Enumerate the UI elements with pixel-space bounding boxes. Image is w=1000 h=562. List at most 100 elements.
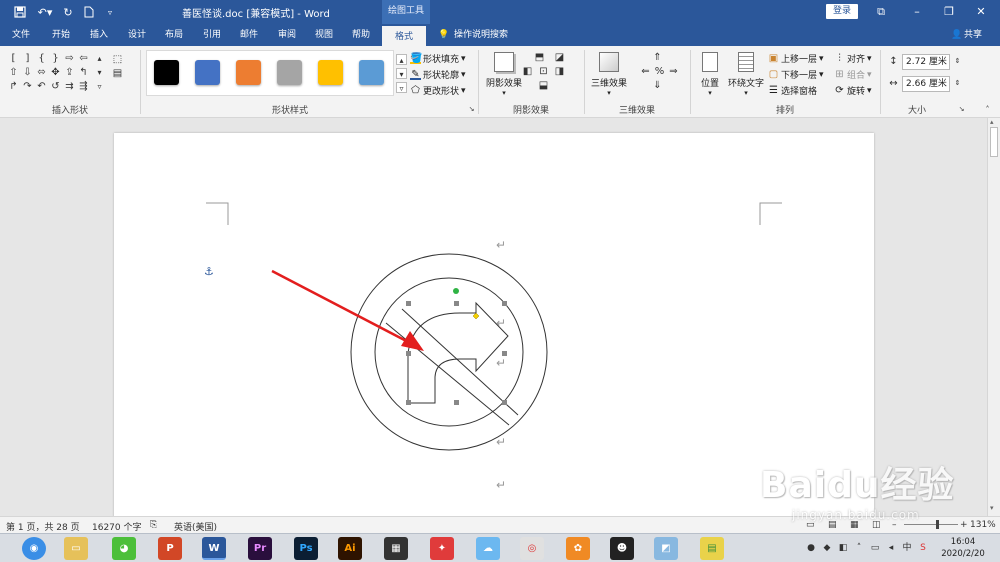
arrow-right-icon[interactable]: ⇨ <box>64 53 75 64</box>
tray-volume-icon[interactable]: ◂ <box>886 543 896 553</box>
dialog-launcher-icon[interactable]: ↘ <box>466 104 477 115</box>
size-dialog-launcher-icon[interactable]: ↘ <box>956 104 967 115</box>
share-button[interactable]: 共享 <box>964 24 990 46</box>
photoshop-icon[interactable]: Ps <box>294 537 318 560</box>
group-button[interactable]: ⊞ 组合 ▾ <box>834 68 871 81</box>
selection-pane-button[interactable]: ☰ 选择窗格 <box>768 84 817 97</box>
bracket-left-icon[interactable]: [ <box>8 53 19 64</box>
tab-file[interactable]: 文件 <box>4 24 38 46</box>
tab-review[interactable]: 审阅 <box>270 24 304 46</box>
arrow-curve-icon[interactable]: ↷ <box>22 81 33 92</box>
green-app-icon[interactable]: ▤ <box>700 537 724 560</box>
redo-icon[interactable]: ↻ <box>60 4 76 20</box>
arrow-striped-icon[interactable]: ⇶ <box>78 81 89 92</box>
style-swatch-blue[interactable] <box>195 60 220 85</box>
word-icon[interactable]: W <box>202 537 226 560</box>
arrow-bent-icon[interactable]: ⇪ <box>64 67 75 78</box>
bring-forward-button[interactable]: ▣ 上移一层 ▾ <box>768 52 824 65</box>
tab-format[interactable]: 格式 <box>382 24 426 46</box>
style-swatch-lightblue[interactable] <box>359 60 384 85</box>
orange-app-icon[interactable]: ✿ <box>566 537 590 560</box>
zoom-level[interactable]: 131% <box>970 520 996 530</box>
styles-up-icon[interactable]: ▴ <box>396 54 407 65</box>
edit-shape-icon[interactable]: ⬚ <box>112 54 123 65</box>
tab-help[interactable]: 帮助 <box>344 24 378 46</box>
shadow-nudge-down-icon[interactable]: ⬓ <box>538 80 549 91</box>
save-icon[interactable] <box>10 4 30 20</box>
arrow-quad-icon[interactable]: ✥ <box>50 67 61 78</box>
tab-view[interactable]: 视图 <box>307 24 341 46</box>
undo-icon[interactable]: ↶▾ <box>34 4 56 20</box>
position-button[interactable]: 位置 ▾ <box>696 50 724 100</box>
arrow-curve-left-icon[interactable]: ↶ <box>36 81 47 92</box>
style-swatch-gold[interactable] <box>318 60 343 85</box>
tab-design[interactable]: 设计 <box>120 24 154 46</box>
style-swatch-black[interactable] <box>154 60 179 85</box>
tab-layout[interactable]: 布局 <box>157 24 191 46</box>
brace-left-icon[interactable]: { <box>36 53 47 64</box>
styles-down-icon[interactable]: ▾ <box>396 68 407 79</box>
shape-outline-button[interactable]: ✎ 形状轮廓 ▾ <box>410 68 466 81</box>
powerpoint-icon[interactable]: P <box>158 537 182 560</box>
arrow-circular-icon[interactable]: ↺ <box>50 81 61 92</box>
minimize-icon[interactable]: – <box>906 3 928 20</box>
qq-icon[interactable]: ☻ <box>610 537 634 560</box>
shadow-nudge-up-icon[interactable]: ⬒ <box>534 52 545 63</box>
illustrator-icon[interactable]: Ai <box>338 537 362 560</box>
scroll-up-icon[interactable]: ▴ <box>990 118 994 126</box>
close-icon[interactable]: ✕ <box>970 3 992 20</box>
tab-insert[interactable]: 插入 <box>82 24 116 46</box>
tilt-right-icon[interactable]: ⇒ <box>668 66 679 77</box>
video-editor-icon[interactable]: ▦ <box>384 537 408 560</box>
scroll-down-icon[interactable]: ▾ <box>990 504 994 512</box>
arrow-uturn-icon[interactable]: ↱ <box>8 81 19 92</box>
tab-home[interactable]: 开始 <box>44 24 78 46</box>
language-status[interactable]: 英语(美国) <box>174 520 217 533</box>
height-spinner-icon[interactable]: ⇕ <box>952 56 963 67</box>
word-count-status[interactable]: 16270 个字 <box>92 520 142 533</box>
style-swatch-orange[interactable] <box>236 60 261 85</box>
login-button[interactable]: 登录 <box>826 4 858 19</box>
width-input[interactable]: 2.66 厘米 <box>902 76 950 92</box>
scroll-thumb[interactable] <box>990 127 998 157</box>
tray-battery-icon[interactable]: ▭ <box>870 543 880 553</box>
send-backward-button[interactable]: ▢ 下移一层 ▾ <box>768 68 824 81</box>
styles-more-icon[interactable]: ▿ <box>396 82 407 93</box>
tell-me-search[interactable]: 操作说明搜索 <box>454 24 514 46</box>
arrow-chevron-icon[interactable]: ⇉ <box>64 81 75 92</box>
tab-references[interactable]: 引用 <box>195 24 229 46</box>
bracket-right-icon[interactable]: ] <box>22 53 33 64</box>
shadow-nudge-left-icon[interactable]: ◧ <box>522 66 533 77</box>
tray-app-icon[interactable]: ◆ <box>822 543 832 553</box>
gallery-up-icon[interactable]: ▴ <box>94 53 105 64</box>
browser-app-icon[interactable]: ◉ <box>22 537 46 560</box>
tilt-down-icon[interactable]: ⇓ <box>652 80 663 91</box>
arrow-left-icon[interactable]: ⇦ <box>78 53 89 64</box>
proofing-icon[interactable]: ⎘ <box>150 520 157 530</box>
new-doc-icon[interactable] <box>82 4 96 20</box>
zoom-in-icon[interactable]: + <box>960 520 968 530</box>
tab-mailings[interactable]: 邮件 <box>232 24 266 46</box>
text-box-icon[interactable]: ▤ <box>112 68 123 79</box>
ribbon-display-icon[interactable]: ⧉ <box>870 3 892 20</box>
tray-qq-icon[interactable]: ● <box>806 543 816 553</box>
chrome-icon[interactable]: ◎ <box>520 537 544 560</box>
threed-toggle-icon[interactable]: % <box>654 66 665 77</box>
shadow-extra-icon[interactable]: ◪ <box>554 52 565 63</box>
height-input[interactable]: 2.72 厘米 <box>902 54 950 70</box>
arrow-turn-icon[interactable]: ↰ <box>78 67 89 78</box>
tray-ime-icon[interactable]: 中 <box>902 543 912 553</box>
tray-chevron-icon[interactable]: ˄ <box>854 543 864 553</box>
threed-effects-button[interactable]: 三维效果 ▾ <box>588 50 630 100</box>
gallery-down-icon[interactable]: ▾ <box>94 67 105 78</box>
tray-sogou-icon[interactable]: S <box>918 543 928 553</box>
file-explorer-icon[interactable]: ▭ <box>64 537 88 560</box>
shadow-toggle-icon[interactable]: ⊡ <box>538 66 549 77</box>
width-spinner-icon[interactable]: ⇕ <box>952 78 963 89</box>
shadow-effects-button[interactable]: 阴影效果 ▾ <box>484 50 524 100</box>
vertical-scrollbar[interactable]: ▴ ▾ <box>987 118 1000 516</box>
maximize-icon[interactable]: ❐ <box>938 3 960 20</box>
customize-qat-icon[interactable]: ▿ <box>104 4 116 20</box>
insert-shapes-gallery[interactable]: [ ] { } ⇨ ⇦ ⇧ ⇩ ⬄ ✥ ⇪ ↰ ↱ ↷ ↶ ↺ ⇉ ⇶ ▴ ▾ … <box>6 51 106 99</box>
brace-right-icon[interactable]: } <box>50 53 61 64</box>
